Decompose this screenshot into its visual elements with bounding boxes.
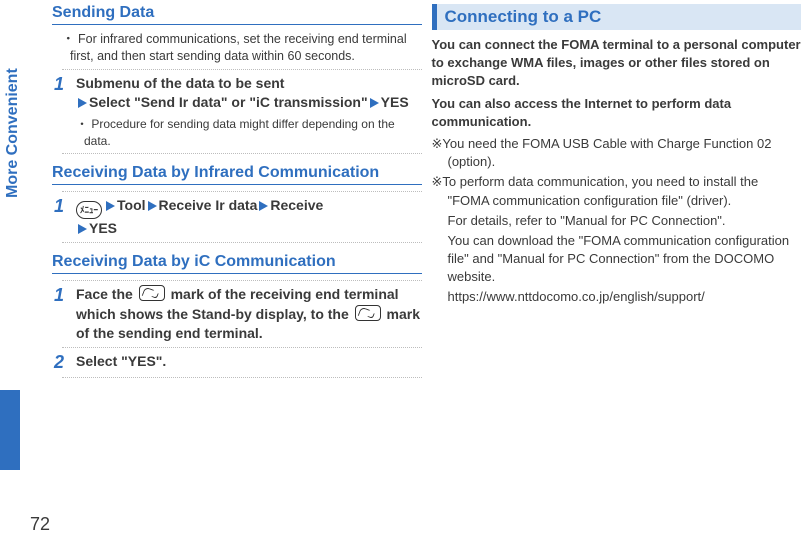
- divider: [62, 153, 422, 154]
- step-number: 1: [54, 285, 68, 343]
- ic2-body: Select "YES".: [76, 352, 166, 373]
- divider: [62, 242, 422, 243]
- sending-step-1: 1 Submenu of the data to be sent Select …: [52, 74, 422, 113]
- ir-step-1: 1 ﾒﾆｭｰ Tool Receive Ir data Receive YES: [52, 196, 422, 239]
- heading-receive-ic: Receiving Data by iC Communication: [52, 253, 422, 274]
- heading-receive-ir: Receiving Data by Infrared Communication: [52, 164, 422, 185]
- side-tab-label: More Convenient: [4, 68, 22, 198]
- arrow-icon: [106, 201, 115, 211]
- ic-step-1: 1 Face the mark of the receiving end ter…: [52, 285, 422, 343]
- ir-yes: YES: [89, 220, 117, 236]
- divider: [62, 347, 422, 348]
- step1-yes: YES: [381, 94, 409, 110]
- arrow-icon: [78, 98, 87, 108]
- connect-note-2b: For details, refer to "Manual for PC Con…: [432, 212, 802, 230]
- step-number: 2: [54, 352, 68, 373]
- ic1-text-a: Face the: [76, 286, 137, 302]
- side-tab-bar: [0, 390, 20, 470]
- right-column: Connecting to a PC You can connect the F…: [432, 4, 802, 503]
- arrow-icon: [148, 201, 157, 211]
- connect-note-url: https://www.nttdocomo.co.jp/english/supp…: [432, 288, 802, 306]
- connect-note-1: ※You need the FOMA USB Cable with Charge…: [432, 135, 802, 171]
- step-number: 1: [54, 74, 68, 113]
- connect-intro-1: You can connect the FOMA terminal to a p…: [432, 36, 802, 91]
- felica-mark-icon: [139, 285, 165, 301]
- connect-intro-2: You can also access the Internet to perf…: [432, 95, 802, 131]
- divider: [62, 280, 422, 281]
- step1-line1: Submenu of the data to be sent: [76, 75, 284, 91]
- heading-connecting-pc: Connecting to a PC: [432, 4, 802, 30]
- page-number: 72: [30, 514, 50, 535]
- divider: [62, 69, 422, 70]
- connect-note-2: ※To perform data communication, you need…: [432, 173, 802, 209]
- ic-step-2: 2 Select "YES".: [52, 352, 422, 373]
- ir-tool: Tool: [117, 197, 146, 213]
- step-number: 1: [54, 196, 68, 239]
- menu-button-icon: ﾒﾆｭｰ: [76, 201, 102, 219]
- heading-sending-data: Sending Data: [52, 4, 422, 25]
- step1-subnote: Procedure for sending data might differ …: [52, 116, 422, 148]
- step1-select: Select "Send Ir data" or "iC transmissio…: [89, 94, 368, 110]
- felica-mark-icon: [355, 305, 381, 321]
- sending-note: For infrared communications, set the rec…: [52, 31, 422, 65]
- arrow-icon: [259, 201, 268, 211]
- left-column: Sending Data For infrared communications…: [52, 4, 422, 503]
- divider: [62, 191, 422, 192]
- connect-note-2c: You can download the "FOMA communication…: [432, 232, 802, 287]
- ir-receive: Receive Ir data: [159, 197, 258, 213]
- arrow-icon: [78, 224, 87, 234]
- arrow-icon: [370, 98, 379, 108]
- ir-receive2: Receive: [270, 197, 323, 213]
- divider: [62, 377, 422, 378]
